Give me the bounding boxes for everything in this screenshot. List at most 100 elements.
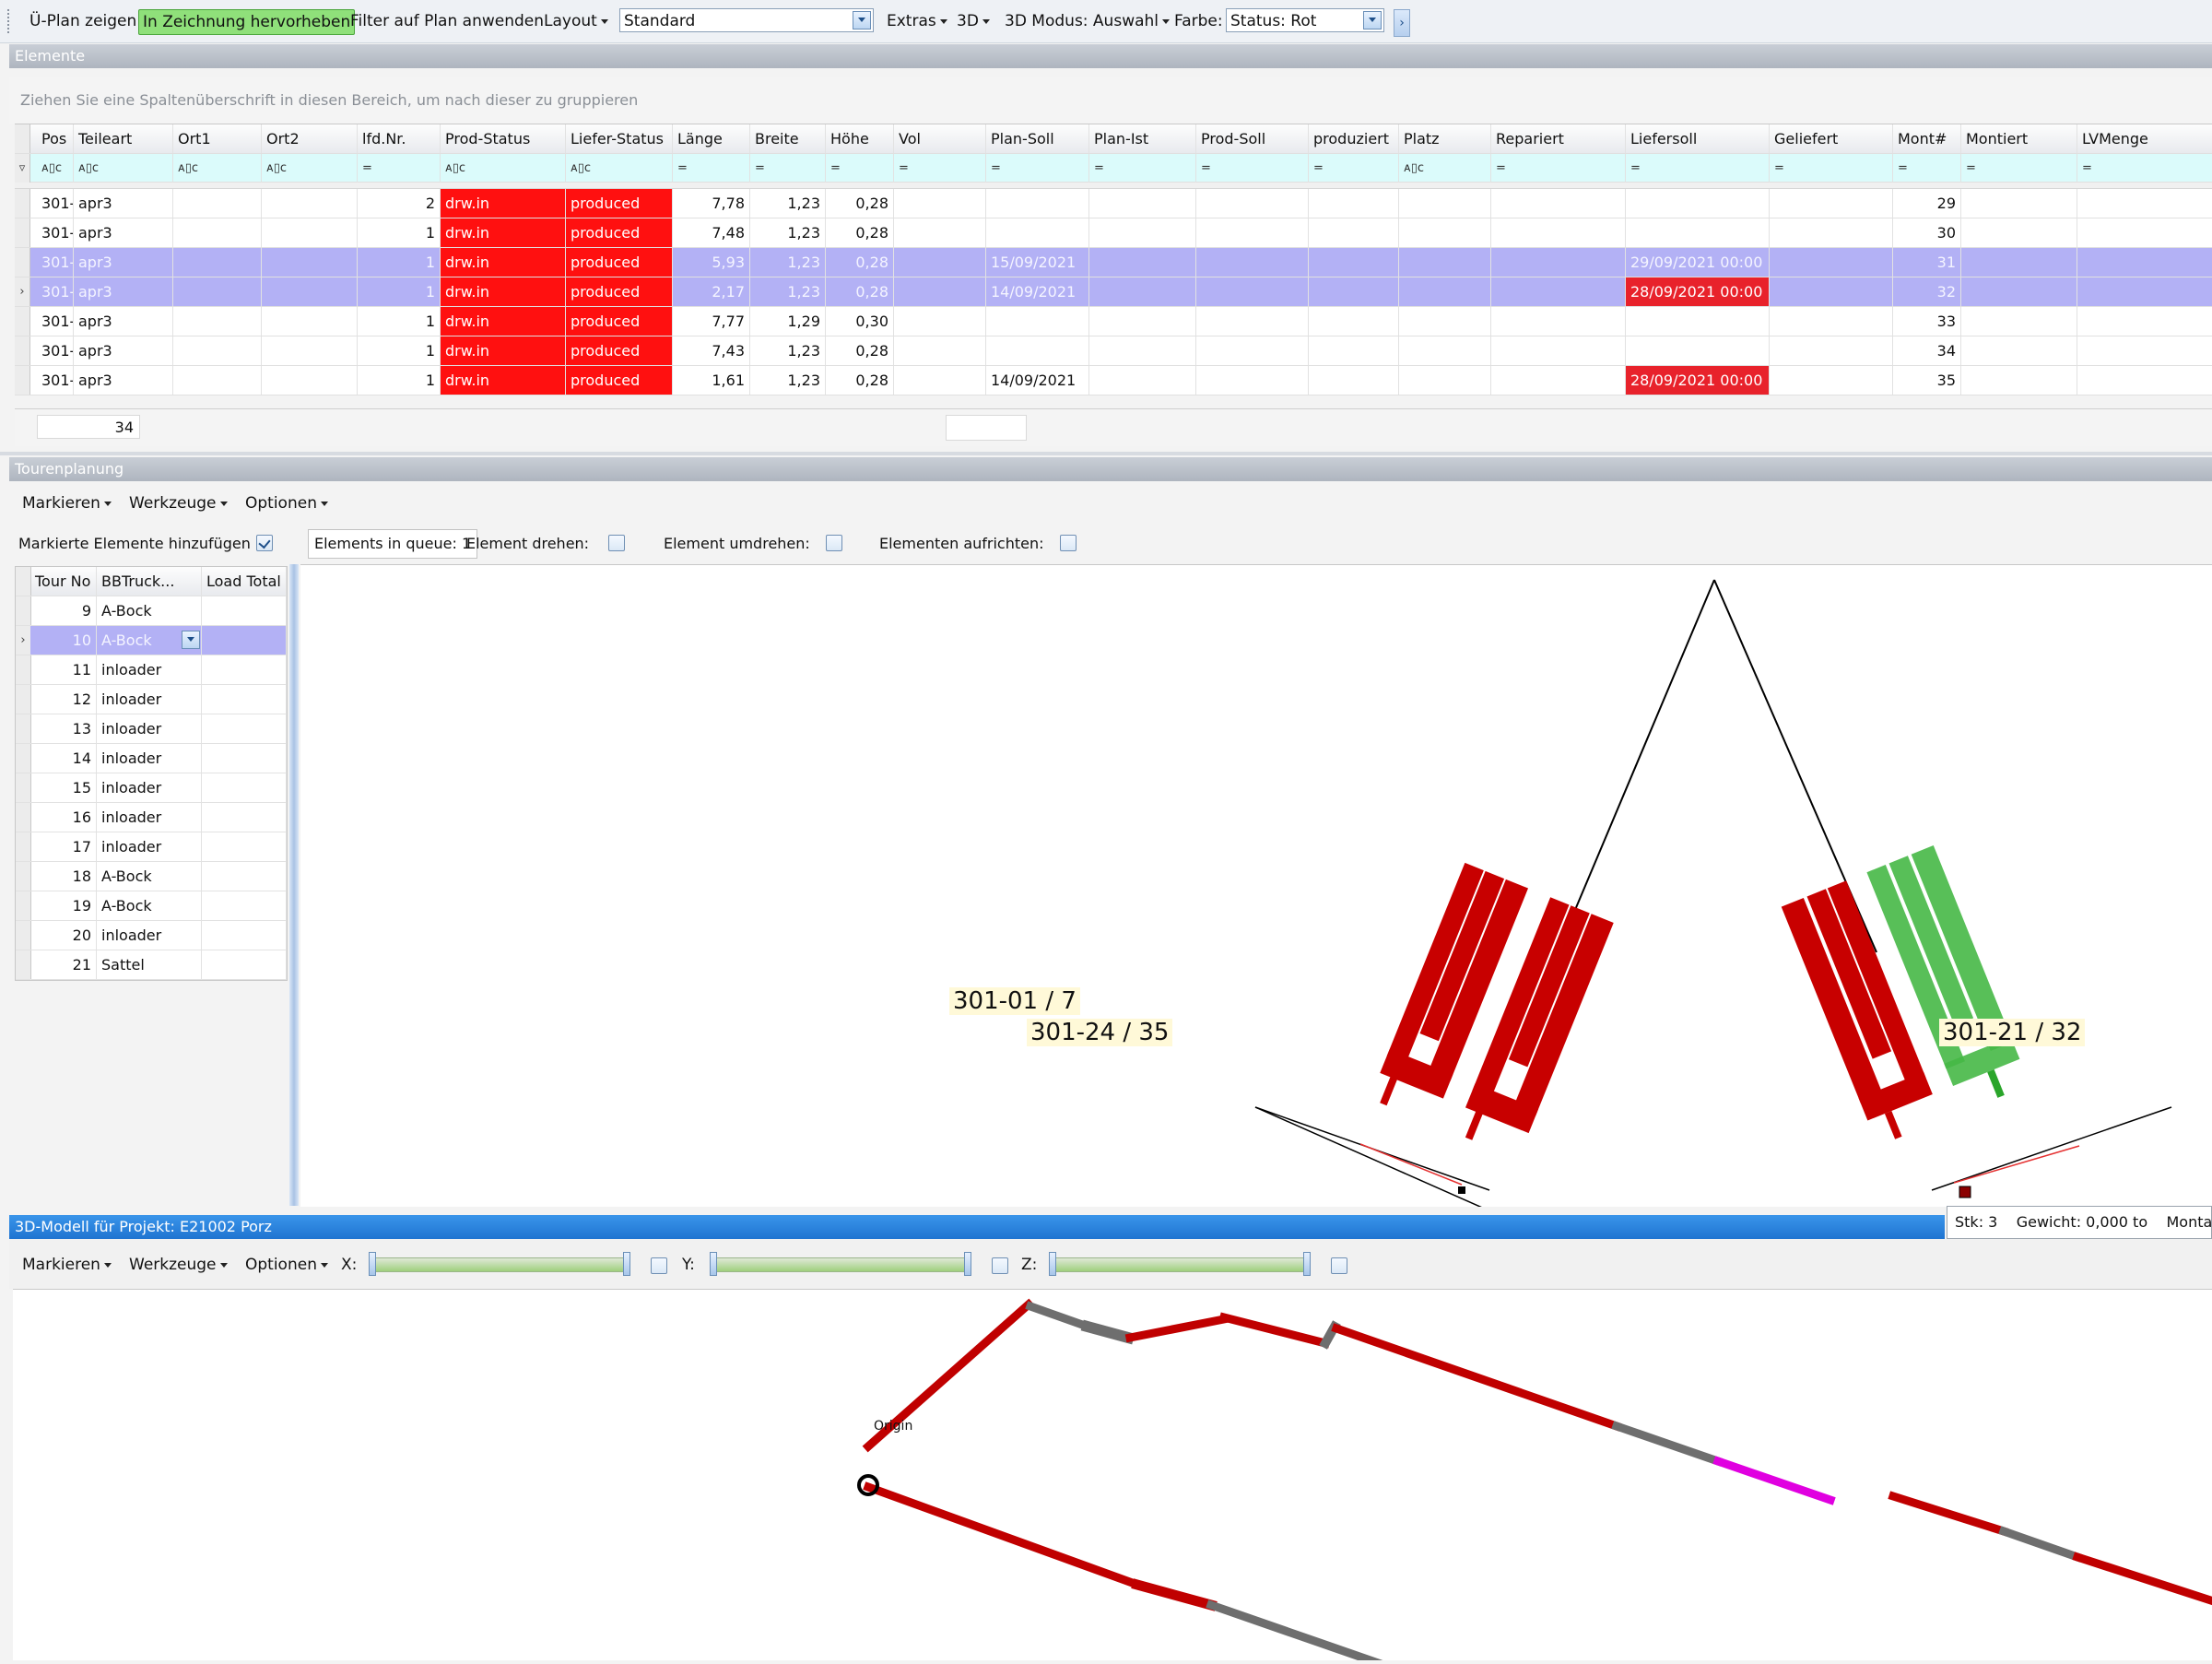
y-range-slider[interactable] — [712, 1257, 971, 1272]
column-filter-cell[interactable]: ᴀ▯c — [1399, 154, 1491, 183]
column-header[interactable]: Prod-Soll — [1196, 124, 1309, 153]
column-header[interactable]: Repariert — [1491, 124, 1626, 153]
tour-row[interactable]: › 10 A-Bock — [16, 626, 287, 655]
column-header[interactable]: Mont# — [1893, 124, 1961, 153]
column-filter-cell[interactable]: ᴀ▯c — [262, 154, 358, 183]
z-slider-max-handle[interactable] — [1303, 1252, 1311, 1276]
layout-menu[interactable]: Layout — [544, 9, 608, 33]
column-header[interactable]: Plan-Soll — [986, 124, 1089, 153]
highlight-in-drawing-button[interactable]: In Zeichnung hervorheben — [138, 9, 356, 35]
color-select[interactable]: Status: Rot — [1226, 8, 1384, 32]
3d-menu[interactable]: 3D — [957, 9, 990, 33]
group-by-area[interactable]: Ziehen Sie eine Spaltenüberschrift in di… — [9, 77, 2212, 124]
row-selector[interactable] — [16, 773, 31, 802]
row-selector[interactable] — [16, 744, 31, 773]
column-header[interactable]: Liefer-Status — [566, 124, 673, 153]
column-header[interactable]: Platz — [1399, 124, 1491, 153]
tour-row[interactable]: 12 inloader — [16, 685, 287, 714]
erect-checkbox[interactable] — [1060, 535, 1077, 551]
column-header[interactable]: Montiert — [1961, 124, 2077, 153]
row-selector[interactable] — [16, 685, 31, 714]
column-filter-cell[interactable]: = — [1961, 154, 2077, 183]
column-header[interactable]: Geliefert — [1770, 124, 1893, 153]
column-filter-cell[interactable]: = — [1196, 154, 1309, 183]
truck-dropdown-icon[interactable] — [182, 631, 200, 649]
tour-mark-menu[interactable]: Markieren — [22, 490, 112, 516]
column-filter-cell[interactable]: = — [750, 154, 826, 183]
y-slider-max-handle[interactable] — [964, 1252, 971, 1276]
table-row[interactable]: 301-13apr3 1drw.inproduced7,481,230,28 30 0 — [15, 218, 2212, 248]
row-selector[interactable] — [15, 189, 30, 218]
row-selector[interactable] — [16, 596, 31, 625]
table-row[interactable]: 301-24apr3 1drw.inproduced1,611,230,28 14/… — [15, 366, 2212, 395]
tour-options-menu[interactable]: Optionen — [245, 490, 328, 516]
column-header[interactable]: Prod-Status — [441, 124, 566, 153]
column-header[interactable]: Länge — [673, 124, 750, 153]
column-header[interactable]: Höhe — [826, 124, 894, 153]
tour-column-header[interactable]: Tour No — [30, 567, 97, 596]
column-filter-cell[interactable]: = — [673, 154, 750, 183]
tour-row[interactable]: 16 inloader — [16, 803, 287, 832]
column-filter-cell[interactable]: = — [1309, 154, 1399, 183]
column-header[interactable]: Ort2 — [262, 124, 358, 153]
tour-row[interactable]: 13 inloader — [16, 714, 287, 744]
panel-divider[interactable] — [0, 452, 2212, 455]
column-filter-cell[interactable]: = — [1089, 154, 1196, 183]
column-filter-cell[interactable]: = — [1491, 154, 1626, 183]
model-options-menu[interactable]: Optionen — [245, 1252, 328, 1278]
row-selector[interactable] — [16, 950, 31, 979]
tour-row[interactable]: 17 inloader — [16, 832, 287, 862]
layout-select[interactable]: Standard — [619, 8, 874, 32]
column-filter-cell[interactable]: ᴀ▯c — [566, 154, 673, 183]
table-row[interactable]: 301-22apr3 1drw.inproduced7,771,290,30 33 0 — [15, 307, 2212, 336]
tour-column-header[interactable]: BBTruck... — [97, 567, 202, 596]
z-axis-checkbox[interactable] — [1331, 1257, 1347, 1274]
row-selector[interactable] — [16, 655, 31, 684]
column-filter-cell[interactable]: ᴀ▯c — [173, 154, 262, 183]
row-selector[interactable] — [16, 891, 31, 920]
column-header[interactable]: Plan-Ist — [1089, 124, 1196, 153]
column-header[interactable]: Vol — [894, 124, 986, 153]
dropdown-arrow-icon[interactable] — [1363, 11, 1382, 30]
x-slider-min-handle[interactable] — [369, 1252, 376, 1276]
row-selector[interactable] — [16, 714, 31, 743]
column-filter-cell[interactable]: ᴀ▯c — [74, 154, 173, 183]
column-header[interactable]: Teileart — [74, 124, 173, 153]
filter-icon[interactable]: ▿ — [15, 154, 30, 183]
tour-column-header[interactable]: Load Total — [202, 567, 287, 596]
model-3d-viewport[interactable]: Origin — [13, 1289, 2212, 1664]
tour-splitter[interactable] — [289, 564, 299, 1206]
column-header[interactable]: Pos — [37, 124, 74, 153]
rotate-checkbox[interactable] — [608, 535, 625, 551]
table-row[interactable]: 301-23apr3 1drw.inproduced7,431,230,28 34 0 — [15, 336, 2212, 366]
model-tools-menu[interactable]: Werkzeuge — [129, 1252, 228, 1278]
table-row[interactable]: ›301-21apr3 1drw.inproduced2,171,230,28 14… — [15, 277, 2212, 307]
add-marked-checkbox[interactable] — [256, 535, 273, 551]
row-selector[interactable]: › — [16, 626, 31, 655]
row-selector[interactable] — [15, 248, 30, 277]
column-header[interactable]: produziert — [1309, 124, 1399, 153]
row-selector[interactable] — [15, 218, 30, 247]
table-row[interactable]: 301-12apr3 2drw.inproduced7,781,230,28 29 0 — [15, 189, 2212, 218]
y-slider-min-handle[interactable] — [710, 1252, 717, 1276]
z-range-slider[interactable] — [1051, 1257, 1311, 1272]
row-selector[interactable] — [15, 307, 30, 336]
column-filter-cell[interactable]: = — [1626, 154, 1770, 183]
dropdown-arrow-icon[interactable] — [853, 11, 871, 30]
z-slider-min-handle[interactable] — [1049, 1252, 1056, 1276]
table-row[interactable]: 301-20apr3 1drw.inproduced5,931,230,28 15/… — [15, 248, 2212, 277]
row-selector[interactable] — [15, 336, 30, 365]
tour-row[interactable]: 19 A-Bock — [16, 891, 287, 921]
extras-menu[interactable]: Extras — [887, 9, 947, 33]
y-axis-checkbox[interactable] — [992, 1257, 1008, 1274]
tour-row[interactable]: 21 Sattel — [16, 950, 287, 980]
column-header[interactable]: Liefersoll — [1626, 124, 1770, 153]
apply-filter-button[interactable]: Filter auf Plan anwenden — [350, 9, 544, 33]
3d-mode-menu[interactable]: 3D Modus: Auswahl — [1005, 9, 1171, 33]
column-filter-cell[interactable]: = — [986, 154, 1089, 183]
tour-row[interactable]: 20 inloader — [16, 921, 287, 950]
column-filter-cell[interactable]: ᴀ▯c — [37, 154, 74, 183]
x-axis-checkbox[interactable] — [651, 1257, 667, 1274]
tour-row[interactable]: 15 inloader — [16, 773, 287, 803]
row-selector[interactable] — [16, 862, 31, 891]
